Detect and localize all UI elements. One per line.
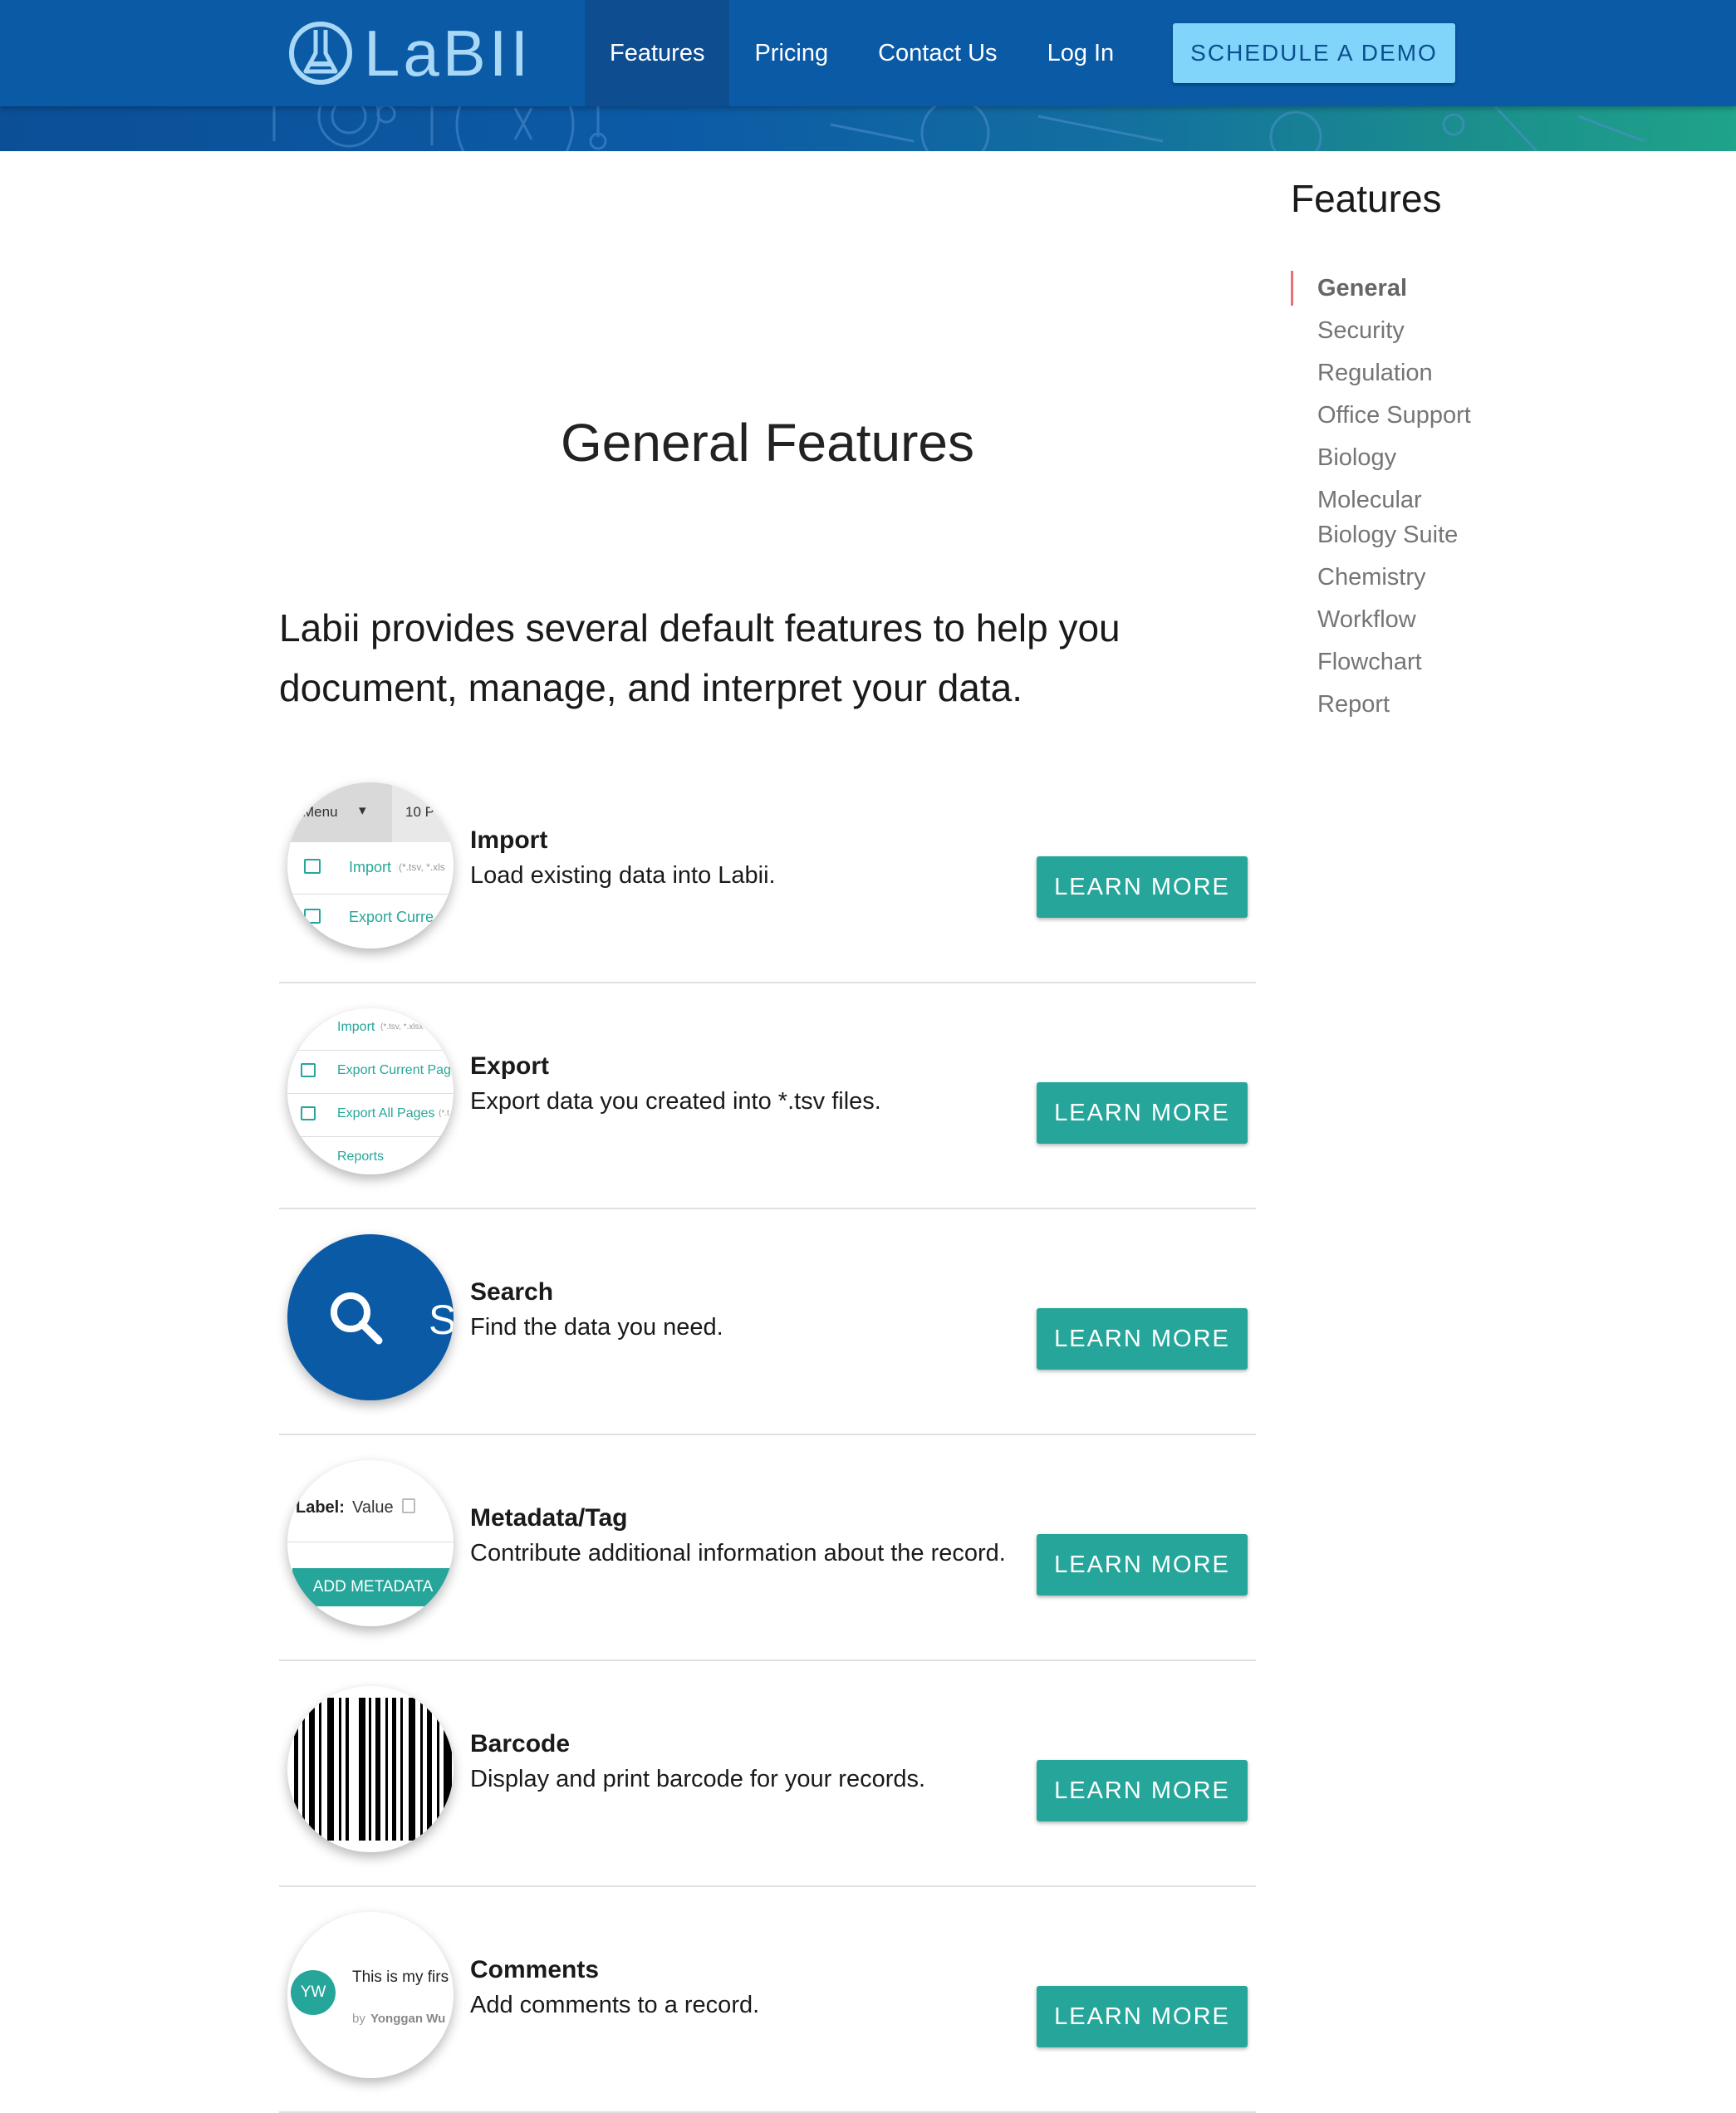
learn-more-barcode-button[interactable]: LEARN MORE: [1037, 1760, 1248, 1821]
header-banner: [0, 106, 1736, 151]
thumb-export-all-ext: (*.t: [439, 1109, 449, 1118]
feature-comments: YW This is my firs by Yonggan Wu Comment…: [279, 1887, 1256, 2113]
labii-logo[interactable]: LaBII: [287, 15, 562, 91]
learn-more-comments-button[interactable]: LEARN MORE: [1037, 1986, 1248, 2047]
thumb-search-letter: S: [429, 1297, 454, 1343]
sidebar-item-general[interactable]: General: [1291, 271, 1498, 306]
learn-more-import-button[interactable]: LEARN MORE: [1037, 856, 1248, 918]
nav-pricing[interactable]: Pricing: [729, 0, 853, 106]
thumb-import-label: Import: [337, 1020, 375, 1034]
sidebar-item-report[interactable]: Report: [1291, 687, 1498, 722]
sidebar-item-chemistry[interactable]: Chemistry: [1291, 560, 1498, 595]
feature-barcode: Barcode Display and print barcode for yo…: [279, 1661, 1256, 1887]
thumb-pages-label: 10 P: [405, 804, 434, 820]
thumb-import-ext: (*.tsv, *.xls: [399, 861, 445, 873]
intro-text: Labii provides several default features …: [279, 606, 1121, 709]
feature-search: S Search Find the data you need. LEARN M…: [279, 1209, 1256, 1435]
logo-text: LaBII: [364, 17, 532, 90]
feature-description: Contribute additional information about …: [470, 1540, 1006, 1566]
feature-export: Import (*.tsv, *.xlsx Export Current Pag…: [279, 983, 1256, 1209]
feature-title: Metadata/Tag: [470, 1504, 628, 1532]
sidebar-item-molecular-biology-suite[interactable]: Molecular Biology Suite: [1291, 483, 1498, 552]
nav-log-in[interactable]: Log In: [1022, 0, 1140, 106]
thumb-export-all: Export All Pages: [337, 1106, 435, 1120]
sidebar-nav: General Security Regulation Office Suppo…: [1291, 271, 1498, 729]
feature-import: Menu ▾ 10 P Import (*.tsv, *.xls Export …: [279, 757, 1256, 983]
sidebar-item-workflow[interactable]: Workflow: [1291, 602, 1498, 637]
avatar: YW: [291, 1970, 336, 2015]
schedule-demo-button[interactable]: SCHEDULE A DEMO: [1173, 23, 1455, 83]
learn-more-export-button[interactable]: LEARN MORE: [1037, 1082, 1248, 1144]
caret-down-icon: ▾: [359, 802, 366, 818]
thumb-comment-author: Yonggan Wu: [370, 2012, 446, 2026]
feature-description: Display and print barcode for your recor…: [470, 1766, 926, 1792]
thumb-menu-label: Menu: [302, 804, 338, 820]
feature-title: Import: [470, 826, 548, 854]
search-thumbnail: S: [287, 1234, 454, 1400]
thumb-import-label: Import: [349, 859, 392, 875]
feature-title: Search: [470, 1278, 554, 1306]
thumb-export-current: Export Current Pag: [337, 1063, 451, 1077]
copy-icon: [402, 1498, 415, 1513]
feature-description: Find the data you need.: [470, 1314, 723, 1341]
nav-contact-us[interactable]: Contact Us: [853, 0, 1022, 106]
sidebar-item-regulation[interactable]: Regulation: [1291, 355, 1498, 390]
barcode-icon: [294, 1698, 452, 1841]
sidebar-item-security[interactable]: Security: [1291, 313, 1498, 348]
external-link-icon: [301, 1106, 316, 1120]
thumb-comment-text: This is my firs: [352, 1968, 449, 1986]
feature-title: Barcode: [470, 1730, 571, 1758]
feature-description: Add comments to a record.: [470, 1992, 760, 2018]
flask-logo-icon: [289, 22, 352, 85]
thumb-add-metadata-button: ADD METADATA: [292, 1568, 454, 1606]
banner-pattern-decoration: [272, 106, 1645, 151]
learn-more-search-button[interactable]: LEARN MORE: [1037, 1308, 1248, 1370]
external-link-icon: [304, 909, 321, 924]
thumb-meta-value: Value: [352, 1498, 394, 1517]
metadata-thumbnail: Label: Value ADD METADATA: [287, 1460, 454, 1626]
comments-thumbnail: YW This is my firs by Yonggan Wu: [287, 1912, 454, 2078]
sidebar-item-biology[interactable]: Biology: [1291, 440, 1498, 475]
feature-metadata-tag: Label: Value ADD METADATA Metadata/Tag C…: [279, 1435, 1256, 1661]
feature-description: Export data you created into *.tsv files…: [470, 1088, 881, 1115]
import-icon: [304, 859, 321, 874]
feature-title: Export: [470, 1052, 550, 1080]
thumb-import-ext: (*.tsv, *.xlsx: [380, 1022, 424, 1032]
main-nav: Features Pricing Contact Us Log In: [585, 0, 1139, 106]
learn-more-metadata-button[interactable]: LEARN MORE: [1037, 1534, 1248, 1596]
top-navbar: LaBII Features Pricing Contact Us Log In…: [0, 0, 1736, 106]
external-link-icon: [301, 1063, 316, 1077]
thumb-meta-label: Label:: [296, 1498, 345, 1517]
thumb-export-label: Export Curre: [349, 909, 434, 925]
nav-features[interactable]: Features: [585, 0, 730, 106]
feature-list: Menu ▾ 10 P Import (*.tsv, *.xls Export …: [279, 757, 1256, 2113]
page-title: General Features: [560, 413, 975, 473]
feature-title: Comments: [470, 1956, 600, 1983]
thumb-reports: Reports: [337, 1150, 385, 1164]
sidebar-title: Features: [1291, 177, 1442, 220]
barcode-thumbnail: [287, 1686, 454, 1852]
thumb-comment-by: by: [352, 2012, 365, 2026]
sidebar-item-office-support[interactable]: Office Support: [1291, 398, 1498, 433]
export-thumbnail: Import (*.tsv, *.xlsx Export Current Pag…: [287, 1008, 454, 1174]
import-thumbnail: Menu ▾ 10 P Import (*.tsv, *.xls Export …: [287, 782, 454, 949]
sidebar-item-flowchart[interactable]: Flowchart: [1291, 645, 1498, 679]
feature-description: Load existing data into Labii.: [470, 862, 776, 889]
